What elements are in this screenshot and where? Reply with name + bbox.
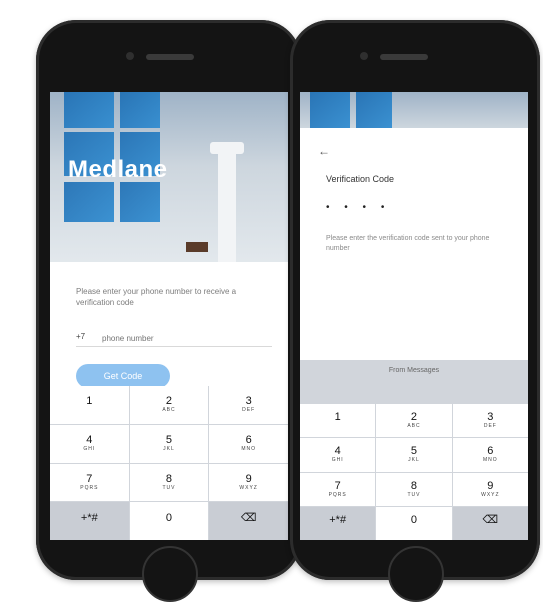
- verify-screen: ← Verification Code • • • • Please enter…: [300, 92, 528, 540]
- phone-input-row: +7: [76, 330, 274, 347]
- numeric-keypad: 1 2 ABC 3 DEF 4 GHI 5 JKL 6 MNO 7 PQRS 8 TUV 9W…: [50, 386, 288, 540]
- key-4[interactable]: 4 GHI: [300, 438, 376, 472]
- key-symbols[interactable]: +*#: [50, 502, 129, 540]
- hero-tile: [356, 92, 392, 128]
- front-camera: [360, 52, 368, 60]
- key-6[interactable]: 6 MNO: [209, 424, 288, 463]
- hero-detail: [186, 242, 208, 252]
- key-5[interactable]: 5 JKL: [376, 438, 452, 472]
- verify-card: ← Verification Code • • • • Please enter…: [300, 128, 528, 360]
- brand-title: Medlane: [68, 156, 168, 183]
- key-7[interactable]: 7 PQRS: [300, 472, 376, 506]
- verify-title: Verification Code: [326, 174, 395, 184]
- hero-image: Medlane: [50, 92, 288, 278]
- hero-tile: [120, 182, 160, 222]
- back-icon[interactable]: ←: [318, 144, 330, 158]
- keyboard-suggestion-bar: From Messages: [300, 360, 528, 404]
- key-2[interactable]: 2 ABC: [376, 404, 452, 438]
- key-5[interactable]: 5 JKL: [129, 424, 209, 463]
- phone-right: ← Verification Code • • • • Please enter…: [290, 20, 540, 602]
- key-2[interactable]: 2 ABC: [129, 386, 209, 424]
- key-8[interactable]: 8 TUV: [376, 472, 452, 506]
- login-prompt: Please enter your phone number to receiv…: [76, 287, 237, 307]
- hero-tower: [218, 152, 236, 262]
- hero-tile: [64, 92, 114, 128]
- key-delete[interactable]: ⌫: [209, 502, 288, 540]
- keyboard-suggestion[interactable]: From Messages: [300, 366, 528, 375]
- verify-hint: Please enter the verification code sent …: [326, 235, 490, 252]
- phone-left: Medlane Please enter your phone number t…: [36, 20, 301, 602]
- home-button[interactable]: [388, 546, 444, 602]
- key-1[interactable]: 1: [300, 404, 376, 438]
- key-1[interactable]: 1: [50, 386, 129, 424]
- get-code-button[interactable]: Get Code: [76, 364, 170, 388]
- numeric-keypad: 1 2 ABC 3 DEF 4 GHI 5 JKL 6 MNO 7 PQRS 8 TUV 9W…: [300, 404, 528, 540]
- hero-tile: [120, 92, 160, 128]
- code-entry-dots[interactable]: • • • •: [326, 202, 390, 213]
- key-9[interactable]: 9 WXYZ: [452, 472, 528, 506]
- phone-input[interactable]: [100, 330, 274, 346]
- key-3[interactable]: 3 DEF: [452, 404, 528, 438]
- key-6[interactable]: 6 MNO: [452, 438, 528, 472]
- key-delete[interactable]: ⌫: [452, 506, 528, 540]
- earpiece: [380, 54, 428, 60]
- home-button[interactable]: [142, 546, 198, 602]
- key-3[interactable]: 3 DEF: [209, 386, 288, 424]
- key-9[interactable]: 9 WXYZ: [209, 463, 288, 502]
- hero-strip: [300, 92, 528, 128]
- key-8[interactable]: 8 TUV: [129, 463, 209, 502]
- earpiece: [146, 54, 194, 60]
- key-4[interactable]: 4 GHI: [50, 424, 129, 463]
- key-0[interactable]: 0: [376, 506, 452, 540]
- front-camera: [126, 52, 134, 60]
- hero-tower-top: [210, 142, 244, 154]
- phone-prefix: +7: [76, 332, 86, 341]
- hero-tile: [64, 182, 114, 222]
- key-symbols[interactable]: +*#: [300, 506, 376, 540]
- hero-tile: [310, 92, 350, 128]
- key-0[interactable]: 0: [129, 502, 209, 540]
- login-screen: Medlane Please enter your phone number t…: [50, 92, 288, 540]
- key-7[interactable]: 7 PQRS: [50, 463, 129, 502]
